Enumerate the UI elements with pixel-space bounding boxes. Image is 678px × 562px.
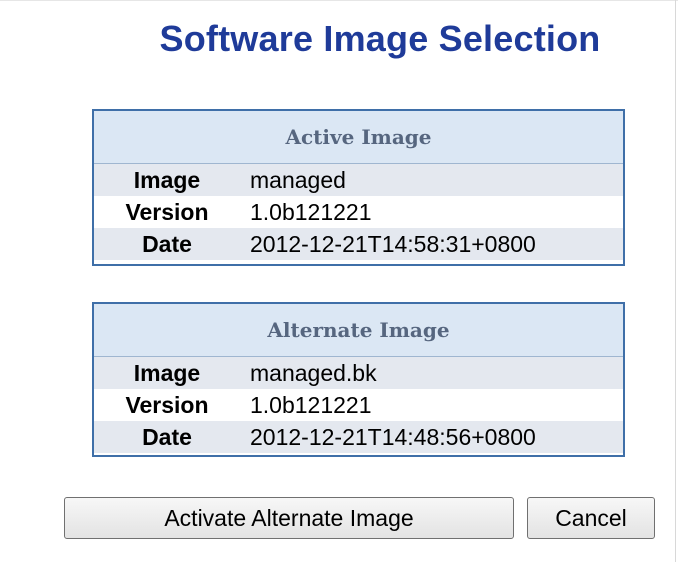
table-row: Date 2012-12-21T14:58:31+0800: [94, 228, 623, 260]
active-image-table: Image managed Version 1.0b121221 Date 20…: [94, 164, 623, 260]
date-value: 2012-12-21T14:58:31+0800: [240, 228, 623, 260]
active-image-header: Active Image: [94, 111, 623, 164]
date-label: Date: [94, 228, 240, 260]
alternate-image-header: Alternate Image: [94, 304, 623, 357]
image-value: managed: [240, 164, 623, 196]
alternate-image-panel: Alternate Image Image managed.bk Version…: [92, 302, 625, 457]
cancel-button[interactable]: Cancel: [527, 497, 655, 539]
version-label: Version: [125, 391, 209, 418]
image-label: Image: [94, 357, 240, 389]
table-row: Image managed: [94, 164, 623, 196]
version-value: 1.0b121221: [250, 198, 372, 225]
alternate-image-table: Image managed.bk Version 1.0b121221 Date…: [94, 357, 623, 453]
version-value: 1.0b121221: [250, 391, 372, 418]
window-edge-top: [0, 0, 678, 1]
window-edge-right: [675, 0, 676, 562]
table-row: Image managed.bk: [94, 357, 623, 389]
activate-alternate-image-button[interactable]: Activate Alternate Image: [64, 497, 514, 539]
version-label: Version: [125, 198, 209, 225]
table-row: Date 2012-12-21T14:48:56+0800: [94, 421, 623, 453]
date-value: 2012-12-21T14:48:56+0800: [240, 421, 623, 453]
active-image-panel: Active Image Image managed Version 1.0b1…: [92, 109, 625, 266]
image-value: managed.bk: [240, 357, 623, 389]
table-row: Version 1.0b121221: [94, 196, 623, 228]
image-label: Image: [94, 164, 240, 196]
date-label: Date: [94, 421, 240, 453]
page-title: Software Image Selection: [159, 18, 601, 59]
software-image-selection-page: Software Image Selection Active Image Im…: [0, 0, 678, 562]
table-row: Version 1.0b121221: [94, 389, 623, 421]
